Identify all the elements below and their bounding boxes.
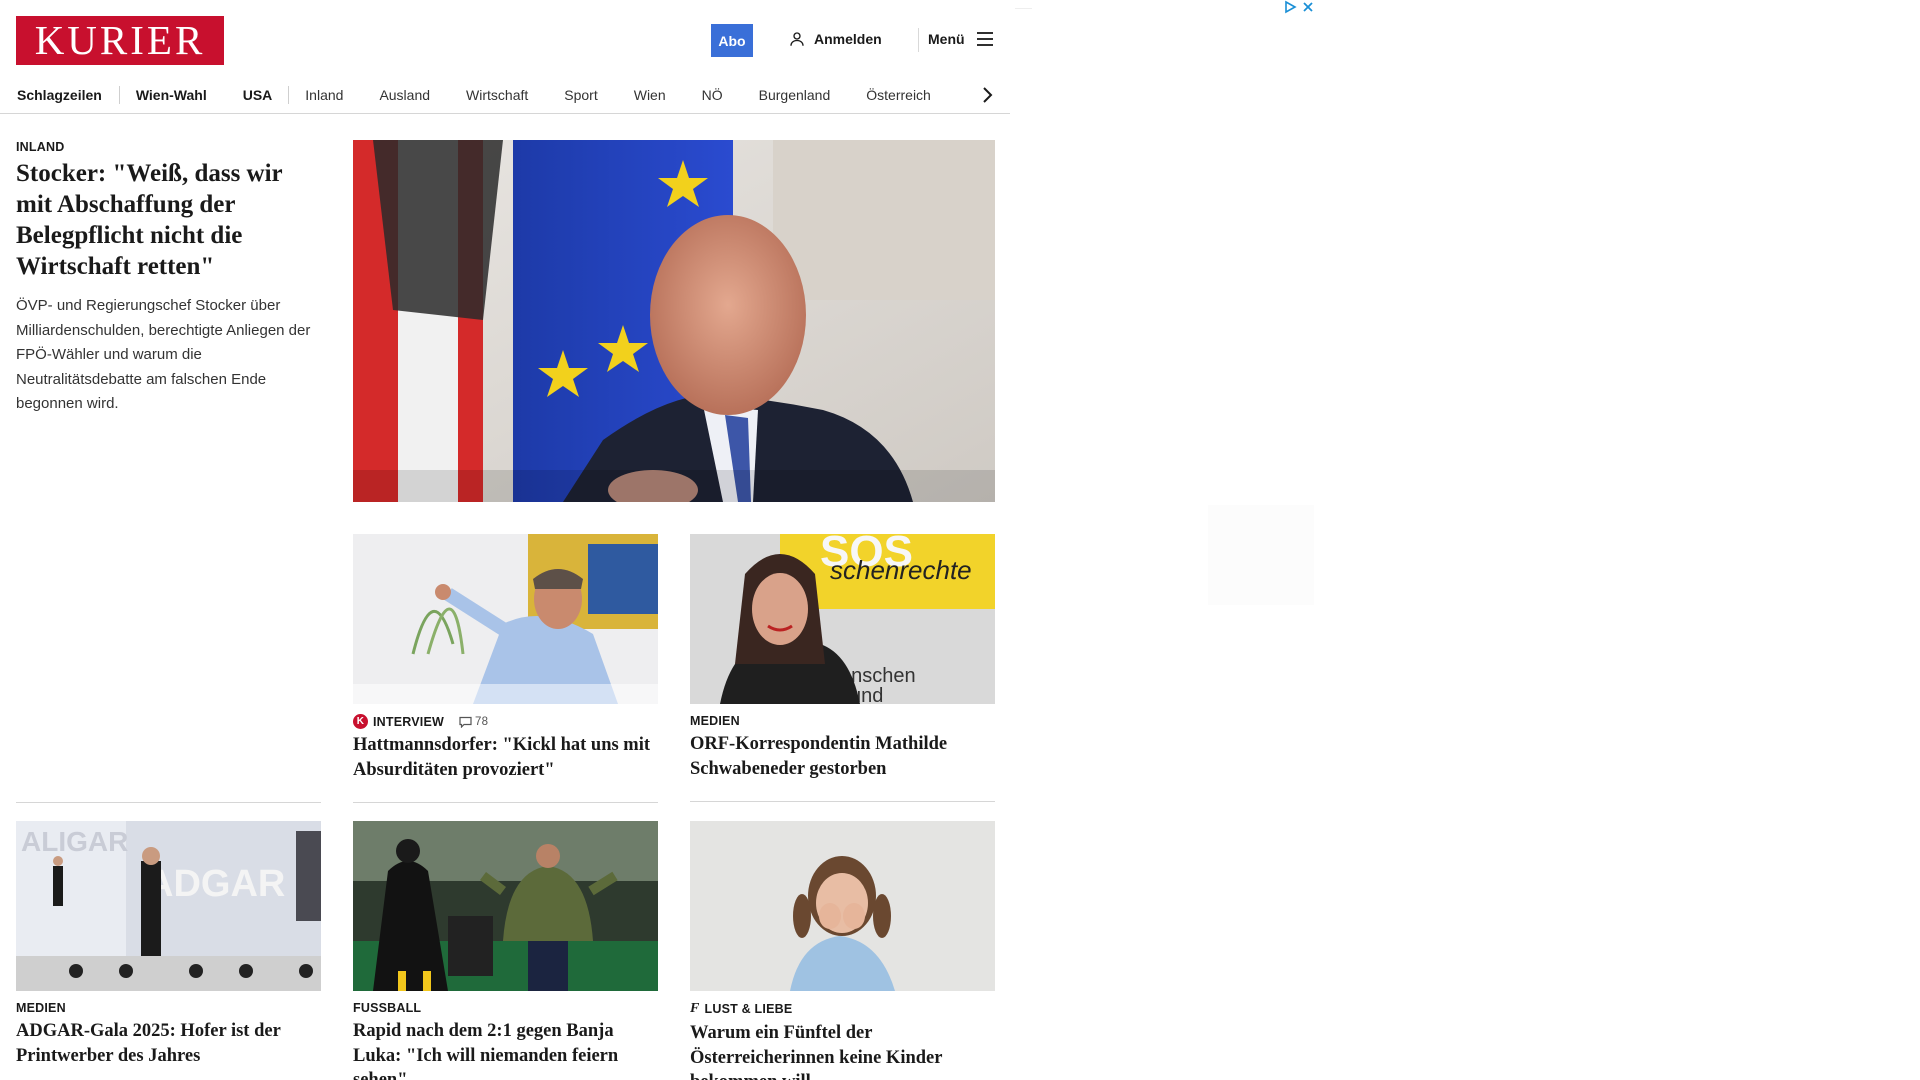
image-caption-text: schenrechte: [830, 555, 972, 585]
nav-item-usa[interactable]: USA: [243, 87, 273, 103]
lead-image[interactable]: [353, 140, 995, 502]
user-icon: [790, 32, 804, 46]
comment-icon: [459, 716, 472, 728]
ad-controls: [1283, 0, 1315, 14]
lead-headline[interactable]: Stocker: "Weiß, dass wir mit Abschaffung…: [16, 158, 316, 282]
article-card-hattmannsdorfer[interactable]: K INTERVIEW 78 Hattmannsdorfer: "Kickl h…: [353, 534, 658, 803]
chevron-right-icon[interactable]: [977, 84, 997, 106]
category-nav: Schlagzeilen Wien-Wahl USA Inland Auslan…: [0, 76, 1010, 114]
article-card-orf[interactable]: SOS schenrechte enschen und MEDIEN ORF-K…: [690, 534, 995, 802]
header-divider: [918, 28, 919, 52]
kurier-logo[interactable]: KURIER: [16, 16, 224, 65]
header: KURIER Abo Anmelden Menü: [0, 0, 1010, 80]
article-kicker: K INTERVIEW 78: [353, 714, 658, 729]
kicker-label: INTERVIEW: [373, 714, 445, 729]
article-image: SOS schenrechte enschen und: [690, 534, 995, 704]
image-backdrop-text: ALIGAR: [21, 826, 128, 857]
article-headline[interactable]: Rapid nach dem 2:1 gegen Banja Luka: "Ic…: [353, 1019, 658, 1080]
article-headline[interactable]: ADGAR-Gala 2025: Hofer ist der Printwerb…: [16, 1019, 321, 1068]
nav-item-ausland[interactable]: Ausland: [379, 87, 430, 103]
adchoices-play-icon[interactable]: [1283, 0, 1297, 14]
article-headline[interactable]: ORF-Korrespondentin Mathilde Schwabenede…: [690, 732, 995, 781]
lead-kicker[interactable]: INLAND: [16, 140, 64, 154]
kicker-label: LUST & LIEBE: [704, 1002, 793, 1016]
article-kicker: MEDIEN: [690, 714, 740, 728]
nav-item-noe[interactable]: NÖ: [702, 87, 723, 103]
menu-button[interactable]: Menü: [928, 30, 995, 48]
article-headline[interactable]: Hattmannsdorfer: "Kickl hat uns mit Absu…: [353, 733, 658, 782]
nav-item-inland[interactable]: Inland: [305, 87, 343, 103]
image-backdrop-text-2: ADGAR: [146, 863, 285, 905]
comment-count[interactable]: 78: [459, 716, 488, 728]
comment-count-value: 78: [475, 715, 489, 728]
login-button[interactable]: Anmelden: [788, 30, 882, 48]
lead-teaser[interactable]: ÖVP- und Regierungschef Stocker über Mil…: [16, 294, 316, 417]
article-image: [353, 534, 658, 704]
nav-item-sport[interactable]: Sport: [564, 87, 597, 103]
nav-item-oesterreich[interactable]: Österreich: [866, 87, 931, 103]
nav-item-burgenland[interactable]: Burgenland: [759, 87, 831, 103]
kurier-plus-badge-icon: K: [353, 714, 368, 729]
article-headline[interactable]: Warum ein Fünftel der Österreicherinnen …: [690, 1021, 995, 1080]
nav-item-wirtschaft[interactable]: Wirtschaft: [466, 87, 528, 103]
nav-separator: [288, 85, 290, 104]
login-label: Anmelden: [814, 31, 882, 47]
article-kicker: f LUST & LIEBE: [690, 1001, 995, 1017]
nav-separator: [118, 85, 120, 104]
ad-border-line: [1015, 8, 1032, 9]
abo-button[interactable]: Abo: [711, 24, 753, 57]
article-kicker: MEDIEN: [16, 1001, 66, 1015]
article-card-lust-liebe[interactable]: f LUST & LIEBE Warum ein Fünftel der Öst…: [690, 821, 995, 1080]
menu-label: Menü: [928, 31, 965, 47]
hamburger-icon: [976, 32, 993, 46]
article-card-adgar[interactable]: ALIGAR ADGAR MEDIEN ADGAR-Gala 2025: Hof…: [16, 821, 321, 1068]
nav-item-wien[interactable]: Wien: [634, 87, 666, 103]
section-f-icon: f: [690, 1001, 700, 1016]
nav-item-wien-wahl[interactable]: Wien-Wahl: [136, 87, 207, 103]
article-image: [690, 821, 995, 991]
article-card-rapid[interactable]: FUSSBALL Rapid nach dem 2:1 gegen Banja …: [353, 821, 658, 1080]
article-image: [353, 821, 658, 991]
close-icon[interactable]: [1301, 0, 1315, 14]
nav-item-schlagzeilen[interactable]: Schlagzeilen: [17, 87, 102, 103]
article-image: ALIGAR ADGAR: [16, 821, 321, 991]
logo-text: KURIER: [34, 17, 206, 63]
section-divider: [16, 802, 321, 803]
article-kicker: FUSSBALL: [353, 1001, 422, 1015]
ad-placeholder[interactable]: [1208, 505, 1314, 605]
